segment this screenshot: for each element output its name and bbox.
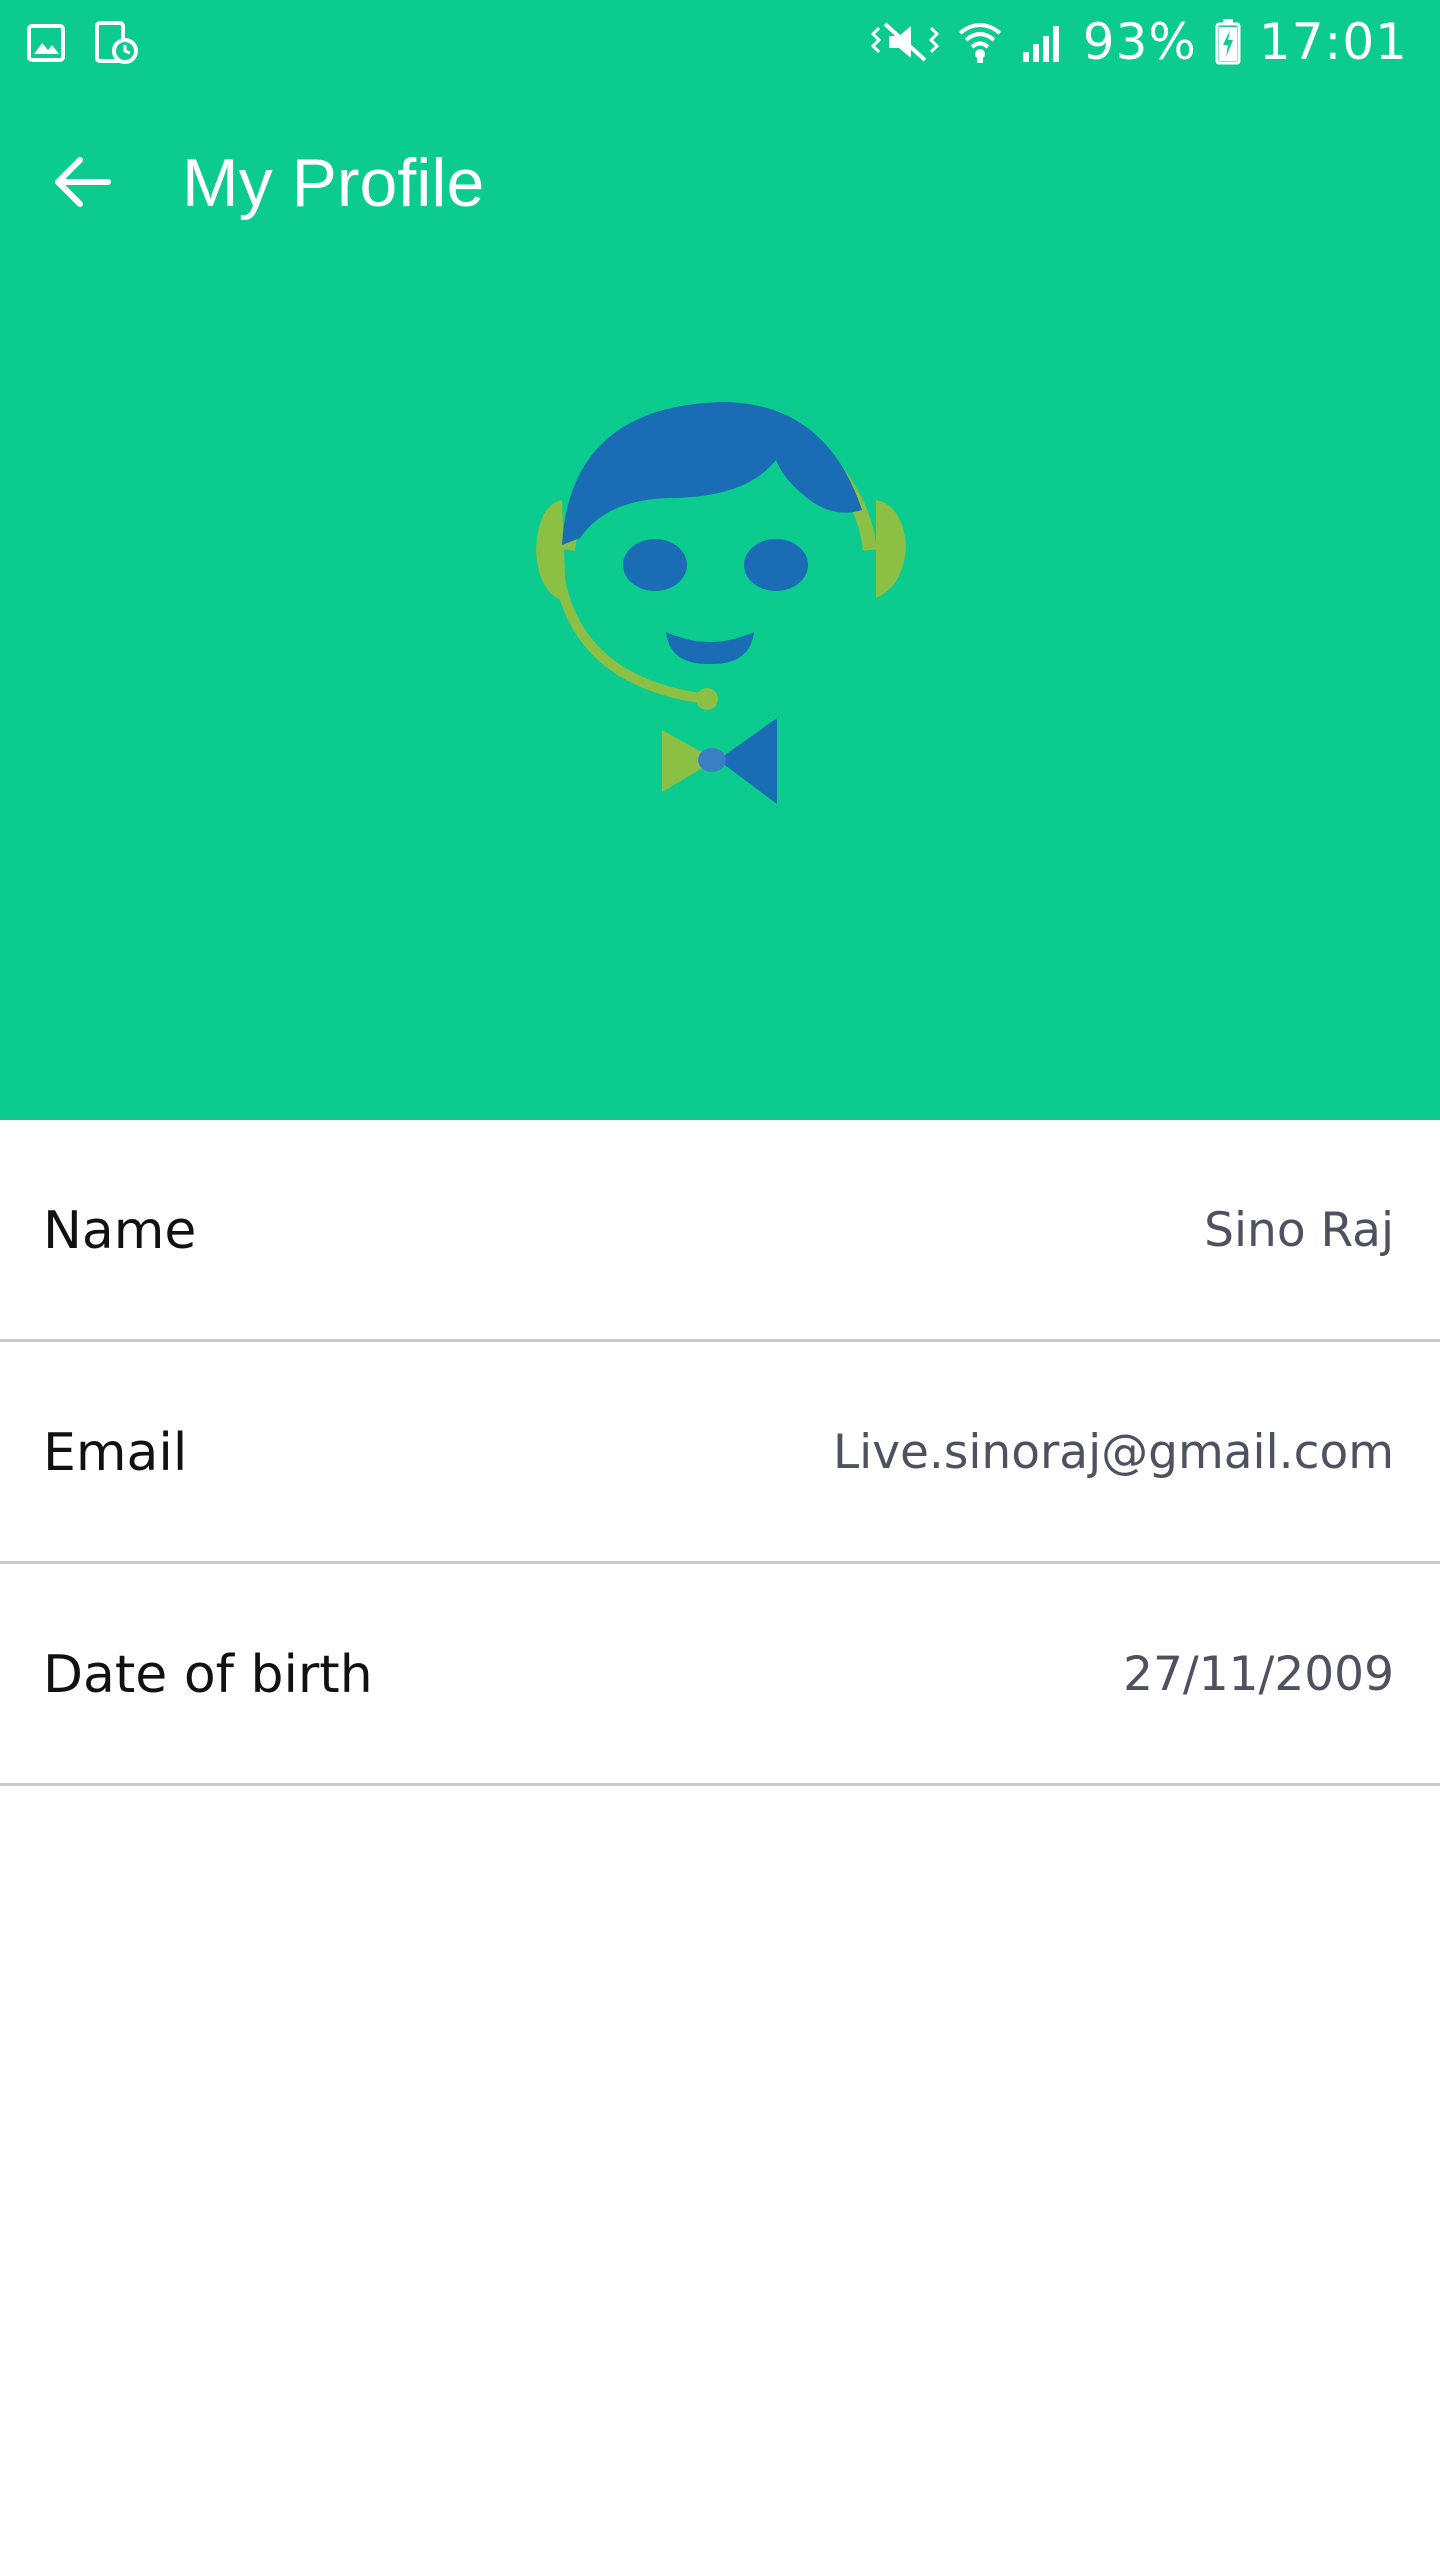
status-time: 17:01 bbox=[1258, 13, 1408, 71]
gallery-notification-icon bbox=[26, 23, 66, 63]
wifi-icon bbox=[957, 19, 1003, 65]
profile-row-date-of-birth: Date of birth 27/11/2009 bbox=[0, 1564, 1440, 1786]
email-value: Live.sinoraj@gmail.com bbox=[832, 1425, 1394, 1480]
profile-info-list: Name Sino Raj Email Live.sinoraj@gmail.c… bbox=[0, 1120, 1440, 1786]
mute-vibrate-icon bbox=[870, 20, 939, 64]
screenshot-notification-icon bbox=[94, 21, 138, 65]
email-label: Email bbox=[43, 1423, 188, 1483]
profile-header: 93% 17:01 My Profile bbox=[0, 0, 1440, 1120]
status-bar: 93% 17:01 bbox=[0, 0, 1440, 86]
date-of-birth-label: Date of birth bbox=[43, 1645, 373, 1705]
battery-charging-icon bbox=[1215, 19, 1241, 65]
name-value: Sino Raj bbox=[1204, 1203, 1394, 1258]
back-button[interactable] bbox=[40, 140, 124, 224]
profile-row-name: Name Sino Raj bbox=[0, 1120, 1440, 1342]
battery-percentage: 93% bbox=[1082, 13, 1197, 71]
page-title: My Profile bbox=[182, 145, 485, 221]
profile-row-email: Email Live.sinoraj@gmail.com bbox=[0, 1342, 1440, 1564]
cellular-signal-icon bbox=[1021, 20, 1065, 64]
status-bar-notifications bbox=[26, 20, 138, 66]
support-agent-avatar-icon bbox=[500, 380, 940, 820]
app-toolbar: My Profile bbox=[0, 100, 1440, 270]
arrow-left-icon bbox=[50, 150, 114, 214]
name-label: Name bbox=[43, 1201, 197, 1261]
date-of-birth-value: 27/11/2009 bbox=[1123, 1647, 1394, 1702]
status-bar-system: 93% 17:01 bbox=[870, 13, 1408, 71]
